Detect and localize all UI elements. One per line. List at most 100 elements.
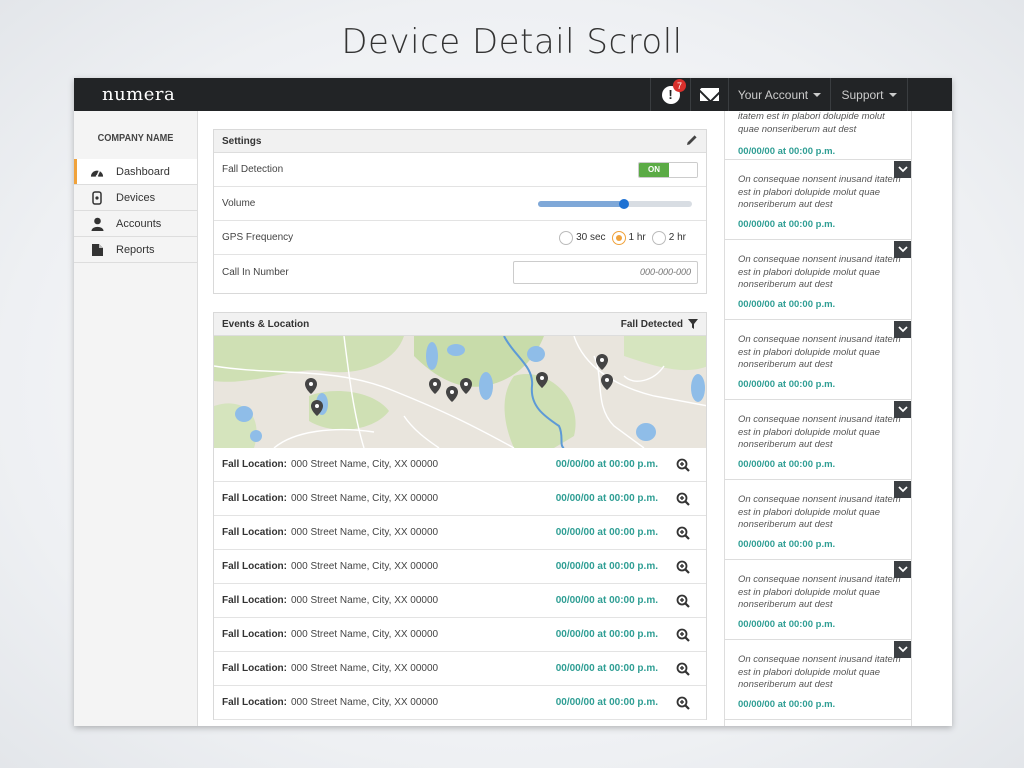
event-filter[interactable]: Fall Detected <box>621 319 698 330</box>
sidebar-item-reports[interactable]: Reports <box>74 237 197 263</box>
zoom-in-icon[interactable] <box>676 628 690 642</box>
your-account-label: Your Account <box>737 87 809 102</box>
event-datetime: 00/00/00 at 00:00 p.m. <box>555 595 658 606</box>
note-date: 00/00/00 at 00:00 p.m. <box>738 538 836 550</box>
events-header: Events & Location Fall Detected <box>214 313 706 336</box>
settings-panel: Settings Fall Detection ON Volume GPS Fr… <box>213 129 707 294</box>
table-row: Fall Location: 000 Street Name, City, XX … <box>214 652 706 686</box>
gps-option-1-hr[interactable]: 1 hr <box>611 230 646 245</box>
event-datetime: 00/00/00 at 00:00 p.m. <box>555 527 658 538</box>
person-icon <box>90 217 104 231</box>
radio-button-selected[interactable] <box>611 230 626 245</box>
note-date: 00/00/00 at 00:00 p.m. <box>738 698 836 710</box>
gps-option-2-hr[interactable]: 2 hr <box>651 230 686 245</box>
volume-row: Volume <box>214 187 706 221</box>
note-date: 00/00/00 at 00:00 p.m. <box>738 378 836 390</box>
fall-address: 000 Street Name, City, XX 00000 <box>291 493 439 504</box>
fall-address: 000 Street Name, City, XX 00000 <box>291 595 439 606</box>
table-row: Fall Location: 000 Street Name, City, XX … <box>214 584 706 618</box>
zoom-in-icon[interactable] <box>676 662 690 676</box>
expand-note-button[interactable] <box>894 641 911 658</box>
top-bar: numera ! 7 Your Account Support <box>74 78 952 111</box>
chevron-down-icon <box>898 326 908 333</box>
event-map[interactable] <box>214 336 706 448</box>
settings-title: Settings <box>222 135 262 147</box>
chevron-down-icon <box>813 92 822 97</box>
expand-note-button[interactable] <box>894 481 911 498</box>
fall-address: 000 Street Name, City, XX 00000 <box>291 459 439 470</box>
volume-label: Volume <box>222 198 256 209</box>
table-row: Fall Location: 000 Street Name, City, XX … <box>214 448 706 482</box>
alert-count-badge: 7 <box>673 79 686 92</box>
expand-note-button[interactable] <box>894 161 911 178</box>
chevron-down-icon <box>898 486 908 493</box>
sidebar-item-accounts[interactable]: Accounts <box>74 211 197 237</box>
zoom-in-icon[interactable] <box>676 696 690 710</box>
chevron-down-icon <box>898 166 908 173</box>
fall-location-label: Fall Location: <box>222 459 287 470</box>
radio-button[interactable] <box>559 230 574 245</box>
fall-address: 000 Street Name, City, XX 00000 <box>291 697 439 708</box>
expand-note-button[interactable] <box>894 321 911 338</box>
sidebar-item-dashboard[interactable]: Dashboard <box>74 159 197 185</box>
fall-location-label: Fall Location: <box>222 663 287 674</box>
expand-note-button[interactable] <box>894 241 911 258</box>
chevron-down-icon <box>898 406 908 413</box>
expand-note-button[interactable] <box>894 401 911 418</box>
fall-location-label: Fall Location: <box>222 697 287 708</box>
events-location-panel: Events & Location Fall Detected Fall Loc… <box>213 312 707 720</box>
app-window: numera ! 7 Your Account Support COMPANY … <box>74 78 952 726</box>
sidebar-item-devices[interactable]: Devices <box>74 185 197 211</box>
note-text: On consequae nonsent inusand itatem est … <box>738 654 901 690</box>
fall-detection-row: Fall Detection ON <box>214 153 706 187</box>
zoom-in-icon[interactable] <box>676 526 690 540</box>
note-text: itatem est in plabori dolupide molut qua… <box>738 111 885 135</box>
sidebar: COMPANY NAME Dashboard Devices Accounts … <box>74 111 198 726</box>
slide-title: Device Detail Scroll <box>341 22 683 62</box>
gps-frequency-label: GPS Frequency <box>222 232 294 243</box>
note-item: On consequae nonsent inusand itatem est … <box>725 400 911 480</box>
event-datetime: 00/00/00 at 00:00 p.m. <box>555 493 658 504</box>
filter-icon <box>688 319 698 329</box>
note-date: 00/00/00 at 00:00 p.m. <box>738 218 836 230</box>
note-date: 00/00/00 at 00:00 p.m. <box>738 618 836 630</box>
zoom-in-icon[interactable] <box>676 492 690 506</box>
map-image <box>214 336 706 448</box>
call-in-number-input[interactable] <box>513 260 698 284</box>
toggle-on-label: ON <box>639 162 669 177</box>
your-account-menu[interactable]: Your Account <box>728 78 830 111</box>
volume-slider[interactable] <box>538 198 692 209</box>
note-text: On consequae nonsent inusand itatem est … <box>738 414 901 450</box>
zoom-in-icon[interactable] <box>676 560 690 574</box>
gps-option-30-sec[interactable]: 30 sec <box>559 230 606 245</box>
fall-detection-toggle[interactable]: ON <box>638 161 698 178</box>
note-item: On consequae nonsent inusand itatem est … <box>725 480 911 560</box>
mail-icon <box>700 88 719 101</box>
table-row: Fall Location: 000 Street Name, City, XX … <box>214 686 706 720</box>
events-title: Events & Location <box>222 318 310 330</box>
fall-location-label: Fall Location: <box>222 629 287 640</box>
sidebar-item-label: Dashboard <box>116 165 170 178</box>
table-row: Fall Location: 000 Street Name, City, XX … <box>214 482 706 516</box>
note-item: On consequae nonsent inusand itatem est … <box>725 320 911 400</box>
expand-note-button[interactable] <box>894 561 911 578</box>
radio-button[interactable] <box>651 230 666 245</box>
fall-location-label: Fall Location: <box>222 561 287 572</box>
support-menu[interactable]: Support <box>830 78 908 111</box>
zoom-in-icon[interactable] <box>676 594 690 608</box>
alerts-button[interactable]: ! 7 <box>650 78 690 111</box>
note-item: On consequae nonsent inusand itatem est … <box>725 560 911 640</box>
notes-column: itatem est in plabori dolupide molut qua… <box>724 111 912 726</box>
note-date: 00/00/00 at 00:00 p.m. <box>738 146 836 157</box>
volume-slider-handle[interactable] <box>619 198 630 209</box>
edit-settings-button[interactable] <box>686 134 698 149</box>
zoom-in-icon[interactable] <box>676 458 690 472</box>
note-date: 00/00/00 at 00:00 p.m. <box>738 298 836 310</box>
call-in-number-label: Call In Number <box>222 266 289 278</box>
logo[interactable]: numera <box>102 84 175 105</box>
event-list: Fall Location: 000 Street Name, City, XX … <box>214 448 706 720</box>
support-label: Support <box>841 87 884 102</box>
fall-address: 000 Street Name, City, XX 00000 <box>291 561 439 572</box>
event-datetime: 00/00/00 at 00:00 p.m. <box>555 697 658 708</box>
messages-button[interactable] <box>690 78 728 111</box>
